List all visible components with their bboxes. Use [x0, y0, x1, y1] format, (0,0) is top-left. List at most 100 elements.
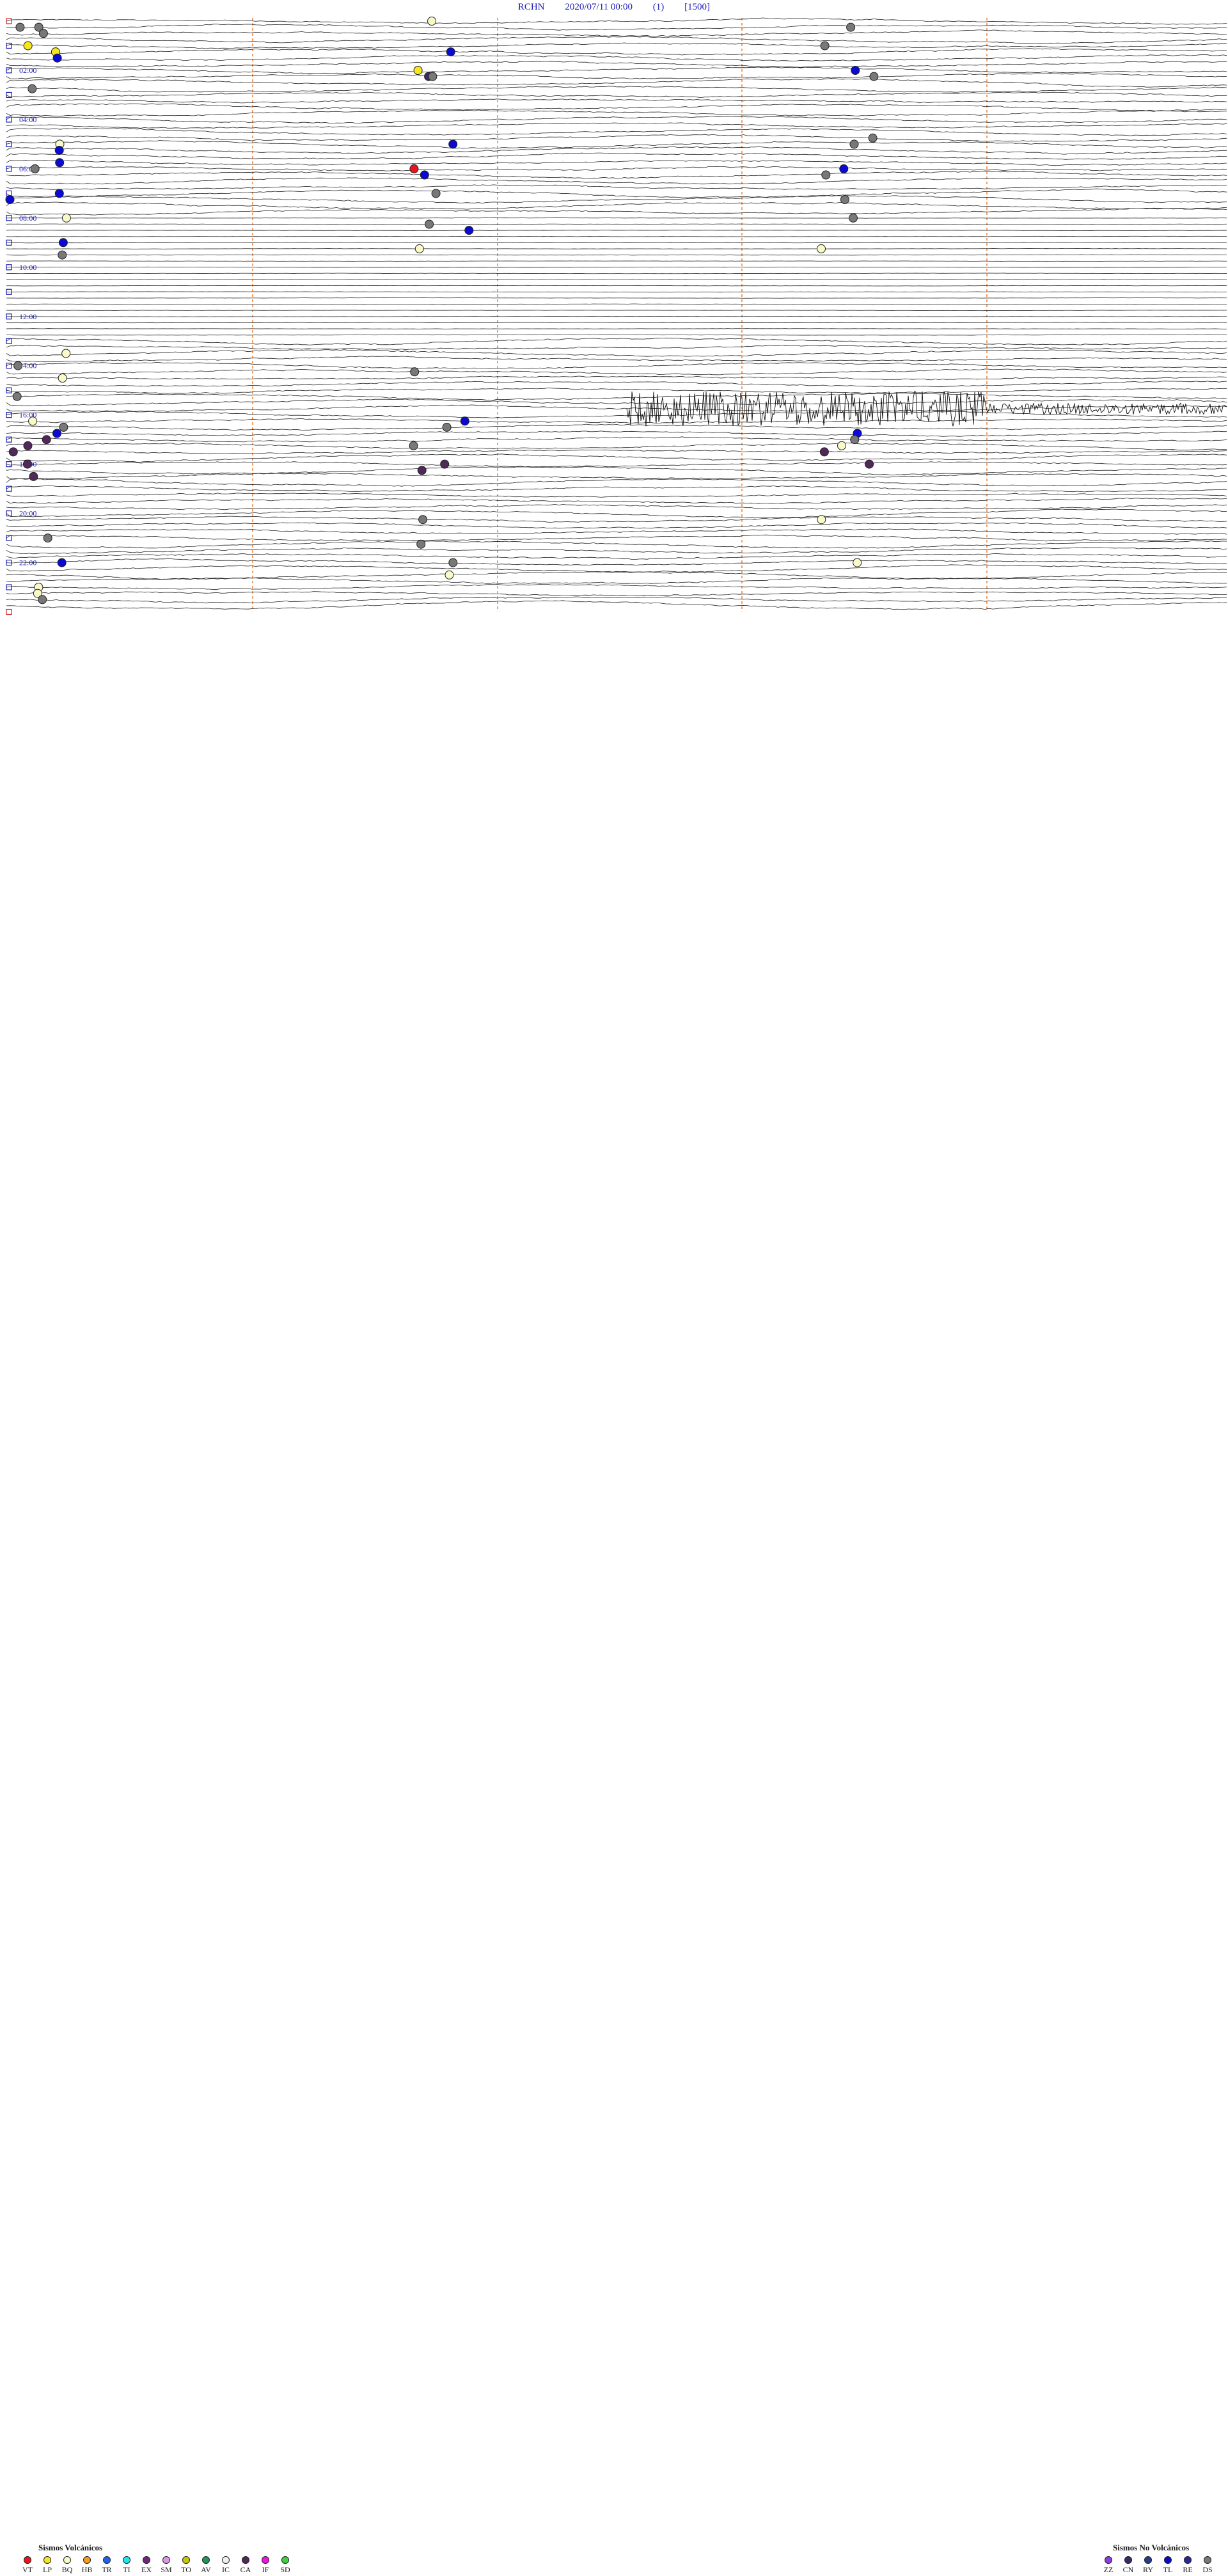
trace-line: [6, 392, 1227, 400]
trace-line: [6, 362, 1227, 369]
legend-label: TO: [181, 2565, 191, 2574]
event-marker-tl: [448, 139, 458, 149]
legend-label: RY: [1142, 2565, 1153, 2574]
legend-item-ti: TI: [117, 2556, 136, 2575]
legend-swatch: [1124, 2556, 1132, 2564]
legend-swatch: [202, 2556, 210, 2564]
event-marker-bq: [445, 570, 454, 580]
trace-line: [6, 315, 1227, 317]
event-marker-tl: [52, 53, 62, 63]
event-marker-bq: [58, 374, 67, 383]
event-marker-ca: [417, 466, 427, 475]
event-marker-ds: [849, 213, 858, 223]
legend-swatch: [24, 2556, 31, 2564]
trace-line: [6, 24, 1227, 31]
trace-line: [6, 553, 1227, 560]
trace-line: [6, 381, 1227, 388]
trace-line: [6, 571, 1227, 580]
hour-label: 20:00: [19, 509, 36, 518]
event-marker-ds: [416, 539, 426, 549]
trace-line: [6, 399, 1227, 407]
legend-swatch: [83, 2556, 91, 2564]
trace-line: [6, 48, 1227, 56]
trace-line: [6, 497, 1227, 504]
trace-line: [6, 166, 1227, 171]
legend-swatch: [123, 2556, 130, 2564]
trace-line: [6, 368, 1227, 375]
legend-item-re: RE: [1178, 2556, 1197, 2575]
legend-swatch: [1105, 2556, 1112, 2564]
trace-line: [6, 223, 1227, 225]
legend-swatch: [63, 2556, 71, 2564]
event-marker-ds: [38, 595, 47, 604]
event-marker-tl: [464, 226, 474, 235]
event-marker-ca: [23, 441, 33, 450]
trace-line: [6, 201, 1227, 210]
event-marker-ds: [428, 72, 437, 81]
trace-line: [6, 217, 1227, 219]
legend-label: TL: [1163, 2565, 1173, 2574]
trace-line: [6, 29, 1227, 37]
trace-line: [6, 509, 1227, 519]
trace-line: [6, 36, 1227, 44]
event-marker-tl: [5, 195, 15, 204]
event-marker-ds: [820, 41, 830, 51]
trace-line: [6, 67, 1227, 74]
event-marker-ds: [846, 22, 856, 32]
trace-line: [6, 54, 1227, 61]
legend-item-hb: HB: [77, 2556, 97, 2575]
trace-line: [6, 356, 1227, 363]
event-marker-ds: [868, 133, 878, 143]
legend-item-ex: EX: [137, 2556, 156, 2575]
event-marker-ds: [30, 164, 40, 173]
trace-line: [6, 122, 1227, 129]
event-marker-ds: [849, 139, 859, 149]
event-marker-ca: [29, 471, 38, 481]
trace-line: [6, 99, 1227, 104]
trace-line: [6, 139, 1227, 149]
trace-line: [6, 242, 1227, 244]
trace-line: [6, 436, 1227, 443]
legend-label: CA: [240, 2565, 251, 2574]
legend-item-bq: BQ: [58, 2556, 77, 2575]
trace-line: [6, 423, 1227, 431]
hour-label: 02:00: [19, 66, 36, 75]
event-marker-bq: [427, 17, 437, 26]
event-marker-ds: [28, 84, 37, 93]
event-marker-bq: [837, 441, 846, 450]
legend-swatch: [162, 2556, 170, 2564]
legend-label: BQ: [61, 2565, 73, 2574]
event-marker-tl: [446, 47, 455, 57]
volcanic-legend-title: Sismos Volcánicos: [38, 2543, 103, 2552]
legend-label: IF: [262, 2565, 269, 2574]
hour-label: 12:00: [19, 312, 36, 321]
hour-label: 22:00: [19, 558, 36, 567]
trace-line: [6, 596, 1227, 604]
legend-label: IC: [222, 2565, 230, 2574]
event-marker-ds: [840, 195, 849, 204]
event-marker-ds: [418, 515, 428, 525]
trace-line: [6, 310, 1227, 312]
trace-line: [6, 152, 1227, 160]
legend-swatch: [182, 2556, 190, 2564]
event-marker-ds: [448, 558, 458, 567]
trace-line: [6, 493, 1227, 498]
event-marker-ds: [38, 29, 48, 38]
trace-line: [6, 534, 1227, 542]
event-marker-bq: [817, 244, 826, 253]
trace-line: [6, 349, 1227, 357]
event-marker-ds: [12, 391, 22, 401]
trace-line: [6, 540, 1227, 549]
legend-item-ry: RY: [1138, 2556, 1158, 2575]
legend-label: CN: [1122, 2565, 1134, 2574]
event-marker-lp: [413, 66, 423, 75]
legend-label: RE: [1183, 2565, 1193, 2574]
legend-swatch: [1164, 2556, 1172, 2564]
legend-label: TI: [123, 2565, 130, 2574]
trace-line: [6, 449, 1227, 455]
trace-line: [6, 478, 1227, 487]
trace-line: [6, 91, 1227, 99]
trace-line: [6, 116, 1227, 124]
event-marker-tl: [57, 558, 67, 567]
trace-line: [6, 473, 1227, 480]
